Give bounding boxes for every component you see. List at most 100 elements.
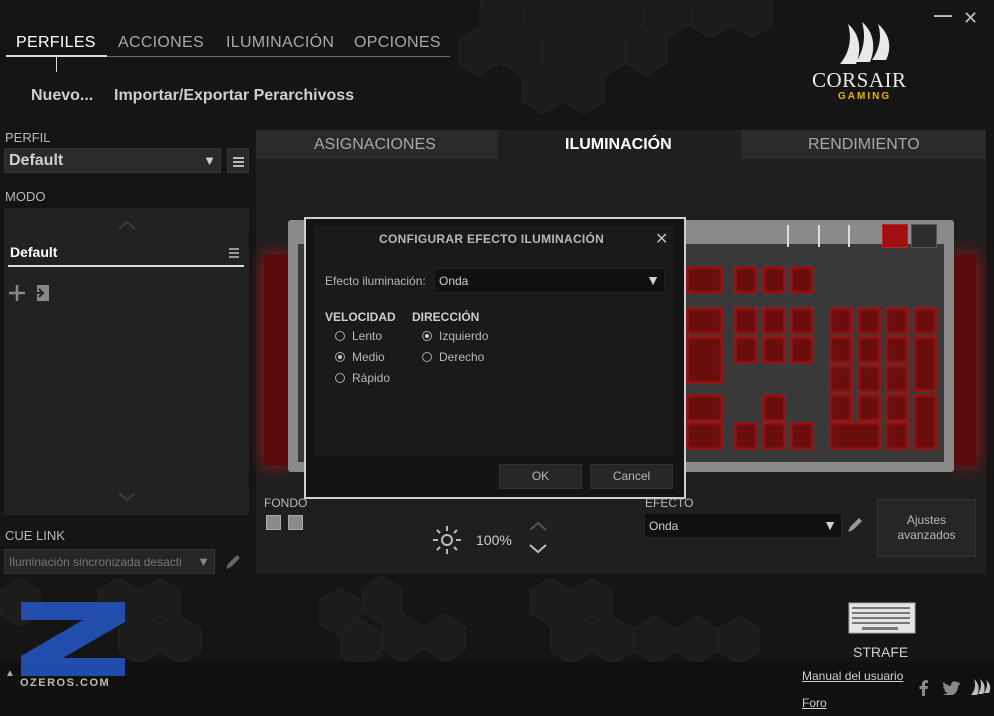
brightness-value: 100% (476, 532, 512, 548)
keyboard-key (686, 336, 723, 384)
tab-asignaciones[interactable]: ASIGNACIONES (314, 136, 436, 154)
device-name: STRAFE (853, 644, 909, 660)
effect-dropdown[interactable]: Onda ▼ (644, 513, 842, 538)
nav-tab-iluminacion[interactable]: ILUMINACIÓN (226, 34, 334, 52)
effect-select[interactable]: Onda ▼ (434, 268, 665, 293)
speed-option-label: Rápido (352, 371, 391, 385)
direction-option-label: Derecho (439, 350, 485, 364)
brightness-key (882, 224, 908, 248)
corsair-logo-tagline: GAMING (838, 91, 892, 102)
speed-radio-lento[interactable] (335, 331, 345, 341)
keyboard-key (885, 394, 909, 422)
arrow-right-key (790, 422, 814, 450)
profile-label: PERFIL (5, 130, 51, 145)
cue-link-select[interactable]: Iluminación sincronizada desacti ▼ (4, 549, 215, 574)
keyboard-key (686, 266, 723, 294)
chevron-up-icon[interactable] (529, 520, 547, 532)
close-button[interactable]: ✕ (963, 8, 978, 29)
ok-button[interactable]: OK (499, 464, 582, 489)
direction-radio-izquierdo[interactable] (422, 331, 432, 341)
keyboard-key (885, 422, 909, 450)
keyboard-key (686, 422, 723, 450)
twitter-icon[interactable] (943, 681, 961, 695)
profile-menu-button[interactable] (227, 148, 249, 173)
keyboard-key (857, 336, 881, 364)
user-manual-link[interactable]: Manual del usuario (802, 669, 903, 683)
minimize-button[interactable]: — (934, 5, 952, 26)
corsair-sails-icon[interactable] (970, 678, 992, 696)
advanced-settings-label-line2: avanzados (897, 528, 956, 542)
mode-label: MODO (5, 189, 46, 204)
tab-rendimiento[interactable]: RENDIMIENTO (808, 136, 920, 154)
keyboard-key (829, 422, 881, 450)
caret-up-icon[interactable]: ▲ (5, 668, 15, 679)
tab-iluminacion[interactable]: ILUMINACIÓN (565, 136, 672, 154)
direction-radio-derecho[interactable] (422, 352, 432, 362)
chevron-down-icon: ▼ (646, 272, 660, 288)
advanced-settings-label-line1: Ajustes (906, 513, 947, 527)
import-mode-icon[interactable] (32, 284, 50, 302)
keyboard-key (686, 394, 723, 422)
keyboard-key (857, 394, 881, 422)
keyboard-key (885, 307, 909, 335)
keyboard-key (885, 336, 909, 364)
keyboard-device-icon[interactable] (848, 602, 916, 634)
cue-link-value: Iluminación sincronizada desacti (9, 555, 182, 569)
new-profile-link[interactable]: Nuevo... (31, 87, 93, 105)
keyboard-key (734, 307, 758, 335)
keyboard-key (829, 307, 853, 335)
add-icon[interactable] (8, 284, 26, 302)
keyboard-key (762, 336, 786, 364)
pencil-icon[interactable] (846, 515, 865, 534)
arrow-up-key (762, 394, 786, 422)
profile-select[interactable]: Default ▼ (4, 148, 221, 173)
chevron-down-icon: ▼ (823, 517, 837, 533)
nav-tab-acciones[interactable]: ACCIONES (118, 34, 204, 52)
keyboard-key (857, 307, 881, 335)
pencil-icon[interactable] (224, 552, 243, 571)
keyboard-key (857, 365, 881, 393)
keyboard-key (734, 266, 758, 294)
watermark-text: OZEROS.COM (20, 677, 111, 689)
background-color-swatch[interactable] (266, 515, 281, 530)
cancel-button[interactable]: Cancel (590, 464, 673, 489)
keyboard-key (829, 365, 853, 393)
direction-heading: DIRECCIÓN (412, 310, 480, 324)
import-export-link[interactable]: Importar/Exportar Perarchivoss (114, 87, 354, 105)
keyboard-key (790, 266, 814, 294)
corsair-logo-word: CORSAIR (812, 68, 907, 92)
speed-radio-rapido[interactable] (335, 373, 345, 383)
mode-item-default[interactable]: Default (10, 244, 57, 260)
hamburger-icon[interactable] (229, 248, 239, 258)
keyboard-side-light-left (264, 255, 288, 465)
chevron-down-icon: ▼ (203, 153, 216, 168)
arrow-left-key (734, 422, 758, 450)
dialog-title: CONFIGURAR EFECTO ILUMINACIÓN (379, 232, 605, 246)
effect-dropdown-value: Onda (649, 519, 679, 533)
led-indicator (848, 225, 850, 247)
mode-panel: Default (4, 208, 249, 515)
led-indicator (818, 225, 820, 247)
nav-tab-perfiles[interactable]: PERFILES (16, 34, 96, 52)
effect-label: Efecto iluminación: (325, 274, 426, 288)
keyboard-key (885, 365, 909, 393)
keyboard-key (734, 336, 758, 364)
profile-select-value: Default (9, 152, 64, 169)
chevron-down-icon[interactable] (529, 543, 547, 555)
advanced-settings-button[interactable]: Ajustes avanzados (877, 499, 976, 557)
background-color-swatch[interactable] (288, 515, 303, 530)
efecto-label: EFECTO (645, 496, 694, 510)
close-icon[interactable]: ✕ (655, 229, 668, 249)
chevron-down-icon[interactable] (118, 492, 136, 502)
facebook-icon[interactable] (918, 680, 930, 696)
nav-active-tick (56, 57, 57, 72)
nav-tab-opciones[interactable]: OPCIONES (354, 34, 441, 52)
speed-option-label: Lento (352, 329, 383, 343)
forum-link[interactable]: Foro (802, 696, 827, 710)
keyboard-side-light-right (954, 255, 976, 465)
speed-radio-medio[interactable] (335, 352, 345, 362)
hamburger-icon-line (233, 165, 244, 167)
fondo-label: FONDO (264, 496, 308, 510)
ozeros-watermark-logo (21, 602, 125, 676)
chevron-up-icon[interactable] (118, 220, 136, 230)
